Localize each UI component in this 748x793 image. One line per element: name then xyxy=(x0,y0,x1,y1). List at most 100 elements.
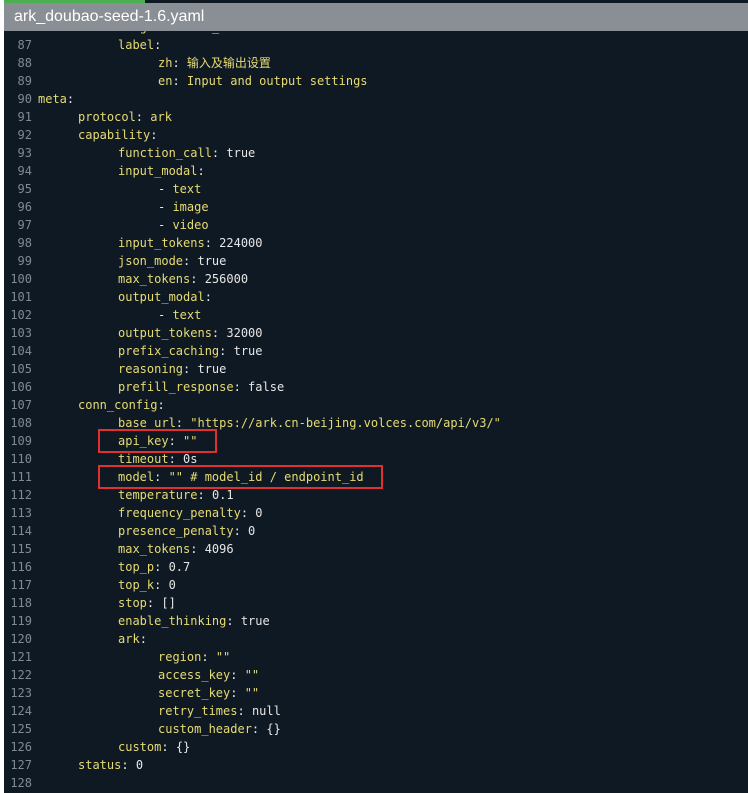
yaml-value: "" xyxy=(183,434,198,448)
yaml-separator: - xyxy=(158,182,173,196)
line-number: 108 xyxy=(10,416,32,430)
line-text: - image xyxy=(158,198,209,216)
yaml-value: 0.7 xyxy=(168,560,191,574)
code-line: 102 - text xyxy=(4,306,748,324)
line-number: 116 xyxy=(10,560,32,574)
line-text: max_tokens: 4096 xyxy=(118,540,234,558)
line-number: 109 xyxy=(10,434,32,448)
yaml-value: "" xyxy=(215,650,231,664)
line-text: ark: xyxy=(118,630,147,648)
code-line: 98 input_tokens: 224000 xyxy=(4,234,748,252)
line-text: max_tokens: 256000 xyxy=(118,270,248,288)
yaml-separator: : xyxy=(230,668,245,682)
code-line: 105 reasoning: true xyxy=(4,360,748,378)
code-view: 86widget: radio_buttons87label:88zh: 输入及… xyxy=(4,18,748,792)
yaml-key: region xyxy=(158,650,202,664)
yaml-value: [] xyxy=(161,596,176,610)
line-number: 125 xyxy=(10,722,32,736)
yaml-key: top_p xyxy=(118,560,155,574)
yaml-key: reasoning xyxy=(118,362,184,376)
yaml-key: custom_header xyxy=(158,722,252,736)
yaml-value: 4096 xyxy=(204,542,234,556)
code-line: 89 en: Input and output settings xyxy=(4,72,748,90)
yaml-value: 0 xyxy=(168,578,176,592)
yaml-separator: : xyxy=(150,128,158,142)
line-number: 103 xyxy=(10,326,32,340)
yaml-separator: : xyxy=(172,56,187,70)
code-line: 114 presence_penalty: 0 xyxy=(4,522,748,540)
load-progress-bar xyxy=(4,0,146,3)
yaml-key: conn_config xyxy=(78,398,158,412)
yaml-key: custom xyxy=(118,740,162,754)
yaml-value: "" xyxy=(244,668,260,682)
line-text: custom_header: {} xyxy=(158,720,281,738)
line-text: region: "" xyxy=(158,648,230,666)
yaml-separator: : xyxy=(233,380,249,394)
code-line: 111 model: "" # model_id / endpoint_id xyxy=(4,465,748,489)
yaml-value: "" # model_id / endpoint_id xyxy=(168,470,364,484)
yaml-separator: : xyxy=(157,398,165,412)
line-text: timeout: 0s xyxy=(118,450,197,468)
yaml-key: access_key xyxy=(158,668,231,682)
line-number: 128 xyxy=(10,776,32,790)
code-line: 122 access_key: "" xyxy=(4,666,748,684)
yaml-separator: : xyxy=(233,524,249,538)
code-line: 101 output_modal: xyxy=(4,288,748,306)
yaml-key: zh xyxy=(158,56,173,70)
yaml-value: true xyxy=(197,362,227,376)
line-number: 115 xyxy=(10,542,32,556)
line-number: 101 xyxy=(10,290,32,304)
yaml-separator: : xyxy=(183,362,198,376)
line-text: base_url: "https://ark.cn-beijing.volces… xyxy=(118,414,501,432)
line-number: 121 xyxy=(10,650,32,664)
line-text: output_modal: xyxy=(118,288,212,306)
code-line: 126 custom: {} xyxy=(4,738,748,756)
line-number: 123 xyxy=(10,686,32,700)
yaml-separator: : xyxy=(226,614,241,628)
yaml-key: input_modal xyxy=(118,164,198,178)
line-number: 113 xyxy=(10,506,32,520)
code-line: 118 stop: [] xyxy=(4,594,748,612)
yaml-key: presence_penalty xyxy=(118,524,234,538)
line-text: zh: 输入及输出设置 xyxy=(158,54,271,72)
line-number: 98 xyxy=(17,236,32,250)
code-line: 123 secret_key: "" xyxy=(4,684,748,702)
line-number: 112 xyxy=(10,488,32,502)
line-number: 95 xyxy=(17,182,32,196)
yaml-value: {} xyxy=(175,740,191,754)
yaml-key: secret_key xyxy=(158,686,231,700)
yaml-key: en xyxy=(158,74,173,88)
line-number: 90 xyxy=(17,92,32,106)
line-text: reasoning: true xyxy=(118,360,226,378)
yaml-separator: : xyxy=(175,416,191,430)
code-line: 116 top_p: 0.7 xyxy=(4,558,748,576)
line-number: 106 xyxy=(10,380,32,394)
line-text: top_k: 0 xyxy=(118,576,176,594)
line-number: 89 xyxy=(17,74,32,88)
code-line: 124 retry_times: null xyxy=(4,702,748,720)
title-bar: ark_doubao-seed-1.6.yaml xyxy=(4,3,748,31)
line-text: - video xyxy=(158,216,209,234)
line-text: presence_penalty: 0 xyxy=(118,522,255,540)
code-line: 119 enable_thinking: true xyxy=(4,612,748,630)
line-number: 99 xyxy=(17,254,32,268)
yaml-key: output_tokens xyxy=(118,326,212,340)
code-line: 94 input_modal: xyxy=(4,162,748,180)
yaml-value: 32000 xyxy=(226,326,263,340)
yaml-value: "" xyxy=(244,686,260,700)
line-text: en: Input and output settings xyxy=(158,72,368,90)
yaml-separator: : xyxy=(211,326,227,340)
yaml-separator: : xyxy=(190,272,205,286)
line-text: capability: xyxy=(78,126,157,144)
yaml-key: top_k xyxy=(118,578,155,592)
code-line: 97 - video xyxy=(4,216,748,234)
yaml-key: max_tokens xyxy=(118,542,191,556)
yaml-separator: : xyxy=(204,290,212,304)
yaml-key: ark xyxy=(118,632,140,646)
line-text: top_p: 0.7 xyxy=(118,558,190,576)
yaml-key: function_call xyxy=(118,146,212,160)
line-text: meta: xyxy=(38,90,74,108)
line-text: frequency_penalty: 0 xyxy=(118,504,263,522)
yaml-value: text xyxy=(172,308,202,322)
line-text: - text xyxy=(158,306,201,324)
